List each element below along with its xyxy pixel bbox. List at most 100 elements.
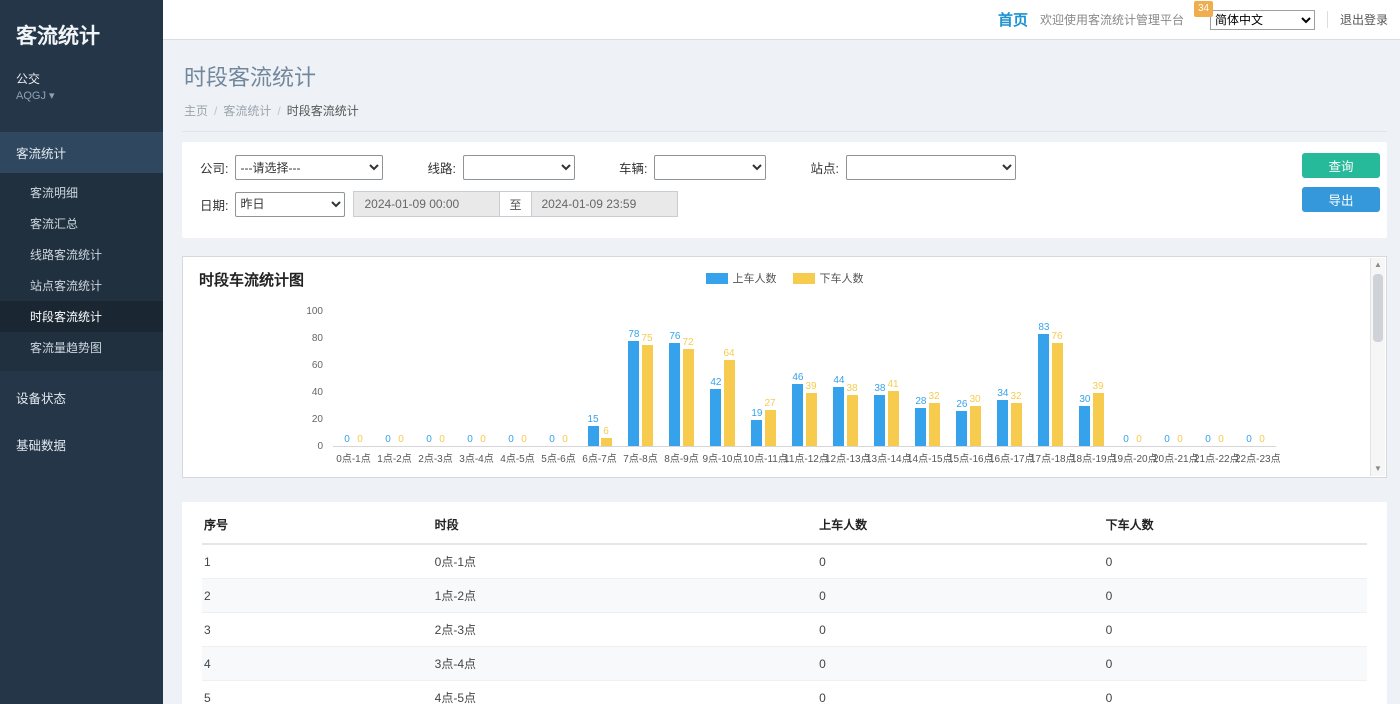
bar-value-label: 0	[521, 434, 527, 445]
line-label: 线路:	[427, 158, 455, 177]
table-row[interactable]: 43点-4点00	[202, 647, 1367, 681]
date-to-input[interactable]	[531, 191, 678, 217]
table-cell: 0	[1104, 544, 1367, 579]
bar[interactable]	[765, 410, 776, 446]
submenu-passenger-stats: 客流明细 客流汇总 线路客流统计 站点客流统计 时段客流统计 客流量趋势图	[0, 173, 163, 371]
scroll-down-icon[interactable]: ▼	[1374, 462, 1382, 476]
home-link[interactable]: 首页	[998, 9, 1028, 30]
table-row[interactable]: 32点-3点00	[202, 613, 1367, 647]
breadcrumb-current: 时段客流统计	[287, 104, 359, 118]
table-row[interactable]: 10点-1点00	[202, 544, 1367, 579]
sidebar-item-trend-chart[interactable]: 客流量趋势图	[0, 332, 163, 363]
vehicle-select[interactable]	[654, 155, 766, 180]
company-select[interactable]: ---请选择---	[235, 155, 383, 180]
notification-badge[interactable]: 34	[1194, 1, 1213, 17]
sidebar-section-device-status[interactable]: 设备状态	[0, 377, 163, 418]
bar[interactable]	[628, 341, 639, 446]
chevron-down-icon: ▾	[49, 90, 55, 102]
bar[interactable]	[874, 395, 885, 446]
breadcrumb-home[interactable]: 主页	[184, 104, 208, 118]
bar[interactable]	[724, 360, 735, 446]
org-selector[interactable]: AQGJ ▾	[0, 89, 163, 106]
bar[interactable]	[1038, 334, 1049, 446]
sidebar-item-passenger-summary[interactable]: 客流汇总	[0, 208, 163, 239]
bar-column: 0	[396, 434, 407, 446]
breadcrumb-section[interactable]: 客流统计	[223, 104, 271, 118]
bar[interactable]	[588, 426, 599, 446]
table-row[interactable]: 21点-2点00	[202, 579, 1367, 613]
query-button[interactable]: 查询	[1302, 153, 1380, 178]
line-select[interactable]	[463, 155, 575, 180]
bar[interactable]	[683, 349, 694, 446]
table-header-cell: 序号	[202, 506, 433, 544]
export-button[interactable]: 导出	[1302, 187, 1380, 212]
filter-row-2: 日期: 昨日 至	[200, 191, 1369, 217]
bar-value-label: 27	[765, 398, 776, 409]
sidebar-item-passenger-detail[interactable]: 客流明细	[0, 177, 163, 208]
bar-value-label: 76	[1052, 331, 1063, 342]
bar-column: 0	[424, 434, 435, 446]
bar[interactable]	[915, 408, 926, 446]
sidebar-item-line-stats[interactable]: 线路客流统计	[0, 239, 163, 270]
date-from-input[interactable]	[353, 191, 500, 217]
bar-value-label: 75	[642, 333, 653, 344]
sidebar-item-station-stats[interactable]: 站点客流统计	[0, 270, 163, 301]
table-cell: 3点-4点	[433, 647, 817, 681]
bar-column: 0	[1121, 434, 1132, 446]
bar[interactable]	[710, 389, 721, 446]
bar[interactable]	[847, 395, 858, 446]
bar[interactable]	[997, 400, 1008, 446]
bar[interactable]	[642, 345, 653, 446]
x-tick-label: 2点-3点	[415, 450, 456, 465]
bar[interactable]	[669, 343, 680, 446]
sidebar-section-base-data[interactable]: 基础数据	[0, 424, 163, 465]
bar[interactable]	[1052, 343, 1063, 446]
date-preset-select[interactable]: 昨日	[235, 192, 345, 217]
legend-item[interactable]: 下车人数	[793, 270, 864, 286]
bar-value-label: 0	[1246, 434, 1252, 445]
bar-column: 76	[669, 331, 680, 446]
bar-value-label: 32	[929, 391, 940, 402]
scrollbar-track[interactable]	[1371, 272, 1385, 462]
bar[interactable]	[1079, 406, 1090, 447]
bar[interactable]	[888, 391, 899, 446]
sidebar-section-passenger-stats[interactable]: 客流统计	[0, 132, 163, 173]
bar[interactable]	[970, 406, 981, 447]
legend-item[interactable]: 上车人数	[706, 270, 777, 286]
bar[interactable]	[601, 438, 612, 446]
page-header: 时段客流统计 主页/客流统计/时段客流统计	[182, 40, 1387, 132]
bar-value-label: 0	[1205, 434, 1211, 445]
sidebar-item-period-stats[interactable]: 时段客流统计	[0, 301, 163, 332]
bar[interactable]	[1093, 393, 1104, 446]
bar[interactable]	[792, 384, 803, 446]
bar-value-label: 28	[915, 396, 926, 407]
table-header-row: 序号时段上车人数下车人数	[202, 506, 1367, 544]
x-tick-label: 21点-22点	[1194, 450, 1235, 465]
bar-column: 38	[847, 383, 858, 446]
table-cell: 4点-5点	[433, 681, 817, 704]
filter-row-1: 公司: ---请选择--- 线路: 车辆: 站点:	[200, 155, 1369, 180]
x-tick-label: 17点-18点	[1030, 450, 1071, 465]
station-select[interactable]	[846, 155, 1016, 180]
bar-column: 0	[1134, 434, 1145, 446]
x-tick-label: 16点-17点	[989, 450, 1030, 465]
bar[interactable]	[929, 403, 940, 446]
bar[interactable]	[751, 420, 762, 446]
logout-link[interactable]: 退出登录	[1327, 11, 1388, 28]
main-area: 首页 欢迎使用客流统计管理平台 34 简体中文 退出登录 时段客流统计 主页/客…	[163, 0, 1400, 704]
table-cell: 0	[1104, 613, 1367, 647]
bar[interactable]	[1011, 403, 1022, 446]
bar[interactable]	[956, 411, 967, 446]
bar-column: 0	[1203, 434, 1214, 446]
bar[interactable]	[833, 387, 844, 446]
station-label: 站点:	[810, 158, 838, 177]
date-label: 日期:	[200, 195, 228, 214]
x-tick-label: 3点-4点	[456, 450, 497, 465]
bar[interactable]	[806, 393, 817, 446]
scrollbar-thumb[interactable]	[1373, 274, 1383, 342]
scroll-up-icon[interactable]: ▲	[1374, 258, 1382, 272]
chart-scrollbar[interactable]: ▲ ▼	[1370, 258, 1385, 476]
bar-column: 32	[1011, 391, 1022, 446]
language-select[interactable]: 简体中文	[1210, 10, 1315, 30]
table-row[interactable]: 54点-5点00	[202, 681, 1367, 704]
